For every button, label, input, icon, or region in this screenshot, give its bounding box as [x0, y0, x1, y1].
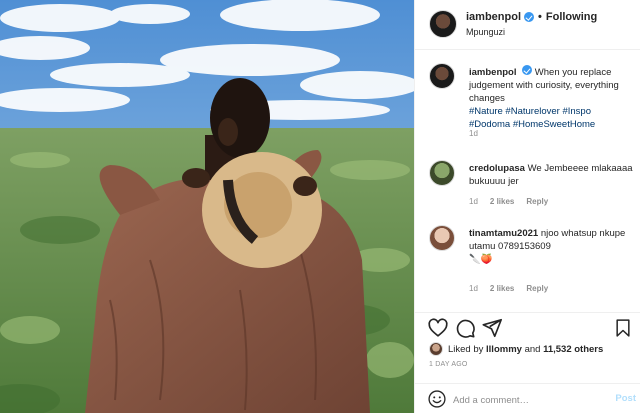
post-actions: Liked by lllommy and 11,532 others 1 DAY… — [415, 312, 640, 413]
post-timestamp[interactable]: 1 DAY AGO — [429, 361, 468, 368]
caption-author-avatar[interactable] — [429, 63, 455, 89]
liker-username[interactable]: lllommy — [486, 344, 522, 355]
post-header: iambenpol • Following Mpunguzi — [415, 0, 640, 50]
comment-username[interactable]: credolupasa — [469, 163, 525, 174]
comment-username[interactable]: tinamtamu2021 — [469, 228, 538, 239]
post-photo[interactable] — [0, 0, 414, 413]
likes-count[interactable]: 11,532 others — [543, 344, 603, 355]
comment-emoji: 🔪🍑 — [469, 254, 493, 265]
comment-likes[interactable]: 2 likes — [490, 197, 514, 206]
comment-input[interactable] — [453, 392, 593, 408]
comment-body: credolupasa We Jembeeee mlakaaaa bukuuuu… — [469, 162, 634, 188]
comment-time[interactable]: 1d — [469, 284, 478, 293]
comment-icon[interactable] — [454, 317, 476, 339]
likes-summary: Liked by lllommy and 11,532 others — [429, 342, 603, 356]
comment-time[interactable]: 1d — [469, 197, 478, 206]
author-avatar[interactable] — [429, 10, 457, 38]
verified-icon — [524, 12, 535, 22]
caption-body: iambenpol When you replace judgement wit… — [469, 65, 634, 131]
separator-dot: • — [538, 11, 542, 23]
author-row: iambenpol • Following — [466, 11, 597, 23]
post-location[interactable]: Mpunguzi — [466, 27, 505, 37]
bookmark-icon[interactable] — [613, 317, 633, 339]
caption-meta: 1d — [469, 129, 478, 138]
reply-button[interactable]: Reply — [526, 284, 548, 293]
post-details-panel: iambenpol • Following Mpunguzi iambenpol… — [414, 0, 640, 413]
commenter-avatar[interactable] — [429, 225, 455, 251]
liked-by-conjunction: and — [524, 343, 541, 355]
liker-avatar[interactable] — [429, 342, 443, 356]
caption-time[interactable]: 1d — [469, 129, 478, 138]
commenter-avatar[interactable] — [429, 160, 455, 186]
following-button[interactable]: Following — [546, 11, 597, 23]
share-icon[interactable] — [481, 317, 503, 339]
liked-by-prefix: Liked by — [448, 343, 484, 355]
comment-likes[interactable]: 2 likes — [490, 284, 514, 293]
comment-meta: 1d 2 likes Reply — [469, 197, 548, 206]
caption-username[interactable]: iambenpol — [469, 67, 517, 78]
reply-button[interactable]: Reply — [526, 197, 548, 206]
comment-meta: 1d 2 likes Reply — [469, 284, 548, 293]
smile-icon[interactable] — [427, 389, 447, 409]
verified-icon — [522, 65, 533, 75]
caption-hashtags[interactable]: #Nature #Naturelover #Inspo #Dodoma #Hom… — [469, 106, 595, 130]
author-username[interactable]: iambenpol — [466, 11, 521, 23]
heart-icon[interactable] — [427, 317, 449, 339]
comments-list[interactable]: iambenpol When you replace judgement wit… — [415, 50, 640, 312]
comment-body: tinamtamu2021 njoo whatsup nkupe utamu 0… — [469, 227, 634, 266]
post-comment-button[interactable]: Post — [615, 393, 636, 404]
photo-illustration — [0, 0, 414, 413]
add-comment-bar: Post — [415, 383, 640, 413]
